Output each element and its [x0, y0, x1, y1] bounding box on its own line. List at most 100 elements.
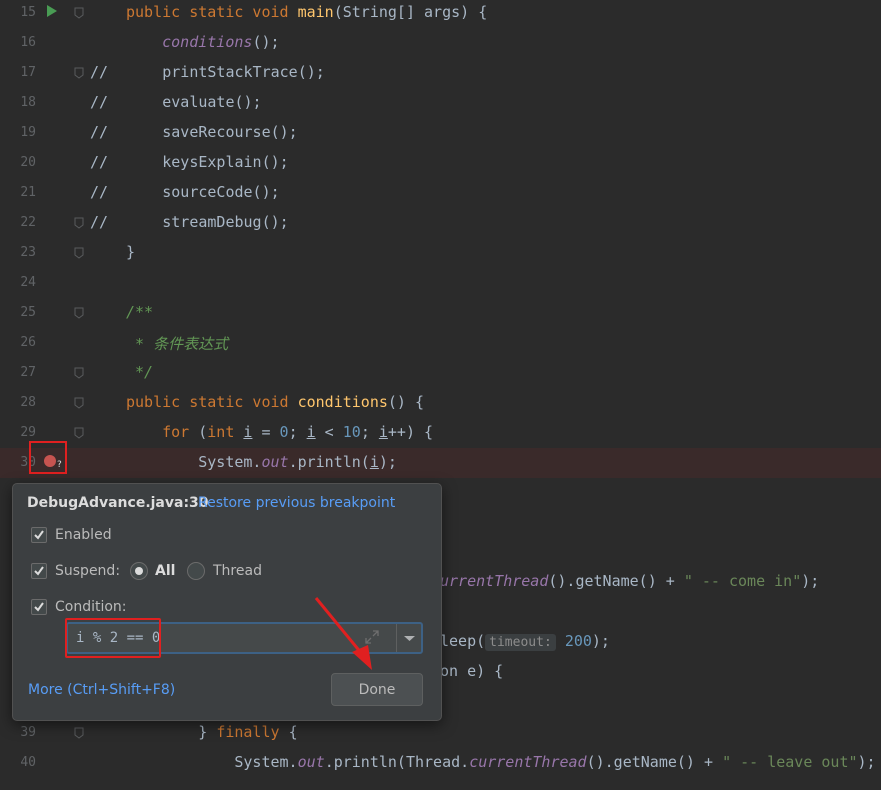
code-token: 10	[342, 423, 361, 441]
code-token: );	[591, 632, 610, 650]
code-token: out	[297, 753, 325, 771]
code-token: );	[857, 753, 876, 771]
code-token: urrentThread	[440, 572, 549, 590]
line-number: 22	[20, 215, 36, 230]
code-line[interactable]: 18 // evaluate();	[0, 88, 881, 118]
condition-history-dropdown[interactable]	[396, 624, 422, 652]
code-token: " -- come in"	[683, 572, 802, 590]
line-number: 28	[20, 395, 36, 410]
code-token: public static void	[126, 3, 298, 21]
code-token: ;	[360, 423, 379, 441]
code-text: }	[126, 243, 135, 261]
code-text: // streamDebug();	[90, 213, 289, 231]
run-icon[interactable]	[47, 5, 57, 17]
code-line[interactable]: 40 System.out.println(Thread.currentThre…	[0, 748, 881, 778]
code-line[interactable]: 26 * 条件表达式	[0, 328, 881, 358]
code-line[interactable]: 27 */	[0, 358, 881, 388]
code-token: {	[288, 723, 298, 741]
code-line[interactable]: 23}	[0, 238, 881, 268]
line-number: 39	[20, 725, 36, 740]
fold-marker-icon[interactable]	[72, 366, 86, 380]
line-number: 15	[20, 5, 36, 20]
code-token: /**	[126, 303, 154, 321]
fold-marker-icon[interactable]	[72, 216, 86, 230]
breakpoint-condition-marker: ?	[57, 460, 62, 470]
enabled-checkbox[interactable]	[31, 527, 47, 543]
fold-marker-icon[interactable]	[72, 66, 86, 80]
code-token: System.	[126, 753, 298, 771]
code-token: //	[90, 123, 109, 141]
code-token: public static void	[126, 393, 298, 411]
code-text: // sourceCode();	[90, 183, 280, 201]
fold-marker-icon[interactable]	[72, 396, 86, 410]
code-text: // saveRecourse();	[90, 123, 298, 141]
code-line[interactable]: 24	[0, 268, 881, 298]
code-line[interactable]: 20 // keysExplain();	[0, 148, 881, 178]
breakpoint-properties-popup: DebugAdvance.java:30 Restore previous br…	[12, 483, 442, 721]
condition-checkbox[interactable]	[31, 599, 47, 615]
code-text: System.out.println(Thread.currentThread(…	[126, 753, 876, 771]
code-token: " -- leave out"	[722, 753, 858, 771]
code-token: main	[297, 3, 334, 21]
code-token: evaluate();	[108, 93, 262, 111]
code-token: () {	[387, 393, 425, 411]
code-token: i	[369, 453, 379, 471]
code-token: }	[126, 723, 217, 741]
suspend-checkbox[interactable]	[31, 563, 47, 579]
code-line[interactable]: 16 conditions();	[0, 28, 881, 58]
code-text: for (int i = 0; i < 10; i++) {	[126, 423, 433, 441]
code-text: on e) {	[440, 662, 503, 680]
restore-breakpoint-link[interactable]: Restore previous breakpoint	[198, 495, 395, 511]
code-line[interactable]: 19 // saveRecourse();	[0, 118, 881, 148]
code-text: urrentThread().getName() + " -- come in"…	[440, 572, 819, 590]
fold-marker-icon[interactable]	[72, 306, 86, 320]
code-token: conditions	[162, 33, 253, 51]
code-token: saveRecourse();	[108, 123, 298, 141]
code-line[interactable]: 39 } finally {	[0, 718, 881, 748]
code-token: */	[126, 363, 154, 381]
chevron-down-icon	[404, 636, 415, 641]
code-token: (String[] args) {	[333, 3, 488, 21]
code-text: * 条件表达式	[126, 333, 228, 354]
line-number: 19	[20, 125, 36, 140]
fold-marker-icon[interactable]	[72, 726, 86, 740]
code-token: //	[90, 213, 109, 231]
line-number: 16	[20, 35, 36, 50]
code-text: */	[126, 363, 153, 381]
popup-title: DebugAdvance.java:30	[27, 495, 209, 511]
code-text: public static void main(String[] args) {	[126, 3, 487, 21]
code-token: i	[378, 423, 388, 441]
done-button[interactable]: Done	[331, 673, 423, 706]
code-token: System.	[126, 453, 262, 471]
code-line[interactable]: 29 for (int i = 0; i < 10; i++) {	[0, 418, 881, 448]
code-line[interactable]: 25 /**	[0, 298, 881, 328]
code-line[interactable]: 30 System.out.println(i);	[0, 448, 881, 478]
expand-editor-icon[interactable]	[365, 630, 379, 644]
code-token: ().getName() +	[586, 753, 723, 771]
suspend-all-label: All	[155, 563, 176, 579]
code-token: );	[378, 453, 397, 471]
code-line[interactable]: 21 // sourceCode();	[0, 178, 881, 208]
code-token: //	[90, 153, 109, 171]
code-token: on e) {	[440, 662, 504, 680]
code-line[interactable]: 28 public static void conditions() {	[0, 388, 881, 418]
code-line[interactable]: 17 // printStackTrace();	[0, 58, 881, 88]
suspend-all-radio[interactable]	[130, 562, 148, 580]
code-token: ().getName() +	[548, 572, 684, 590]
code-text: // keysExplain();	[90, 153, 289, 171]
conditional-breakpoint-icon[interactable]	[44, 455, 56, 467]
suspend-thread-radio[interactable]	[187, 562, 205, 580]
code-text: leep(timeout: 200);	[440, 632, 610, 651]
fold-marker-icon[interactable]	[72, 6, 86, 20]
fold-marker-icon[interactable]	[72, 426, 86, 440]
code-token: i	[306, 423, 316, 441]
suspend-thread-label: Thread	[213, 563, 262, 579]
code-token: (	[198, 423, 208, 441]
fold-marker-icon[interactable]	[72, 246, 86, 260]
code-text: public static void conditions() {	[126, 393, 424, 411]
more-settings-link[interactable]: More (Ctrl+Shift+F8)	[28, 682, 175, 698]
code-line[interactable]: 22 // streamDebug();	[0, 208, 881, 238]
code-line[interactable]: 15 public static void main(String[] args)…	[0, 0, 881, 28]
